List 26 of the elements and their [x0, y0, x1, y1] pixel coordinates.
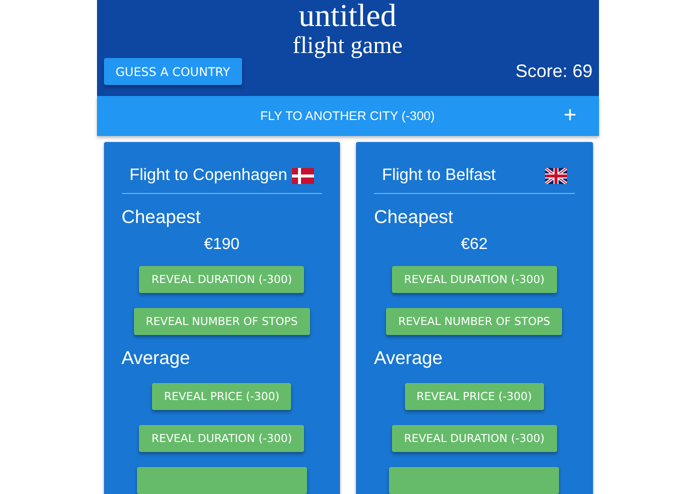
reveal-button[interactable]: REVEAL DURATION (-300)	[139, 266, 304, 293]
app-subtitle: flight game	[292, 32, 402, 60]
flag-icon	[292, 168, 314, 184]
fly-another-city-button[interactable]: FLY TO ANOTHER CITY (-300) +	[96, 96, 598, 136]
reveal-button[interactable]: REVEAL PRICE (-300)	[404, 383, 544, 410]
reveal-button[interactable]: REVEAL DURATION (-300)	[139, 425, 304, 452]
app-title: untitled	[298, 0, 396, 32]
flag-icon	[544, 168, 566, 184]
reveal-button[interactable]: REVEAL NUMBER OF STOPS	[386, 308, 562, 335]
card-title: Flight to Copenhagen	[130, 166, 288, 185]
price-label: €190	[202, 236, 241, 254]
reveal-button[interactable]	[136, 467, 307, 494]
section-heading: Cheapest	[122, 206, 202, 228]
price-label: €62	[460, 236, 489, 254]
section-heading: Average	[374, 347, 444, 369]
guess-country-button[interactable]: GUESS A COUNTRY	[104, 58, 242, 85]
plus-icon: +	[564, 104, 576, 126]
section-heading: Average	[122, 347, 192, 369]
reveal-button[interactable]: REVEAL NUMBER OF STOPS	[134, 308, 310, 335]
section-heading: Cheapest	[374, 206, 454, 228]
card-title: Flight to Belfast	[382, 166, 496, 185]
reveal-button[interactable]	[389, 467, 560, 494]
reveal-button[interactable]: REVEAL PRICE (-300)	[152, 383, 292, 410]
score-label: Score: 69	[515, 61, 592, 82]
reveal-button[interactable]: REVEAL DURATION (-300)	[392, 425, 556, 452]
reveal-button[interactable]: REVEAL DURATION (-300)	[392, 266, 556, 293]
